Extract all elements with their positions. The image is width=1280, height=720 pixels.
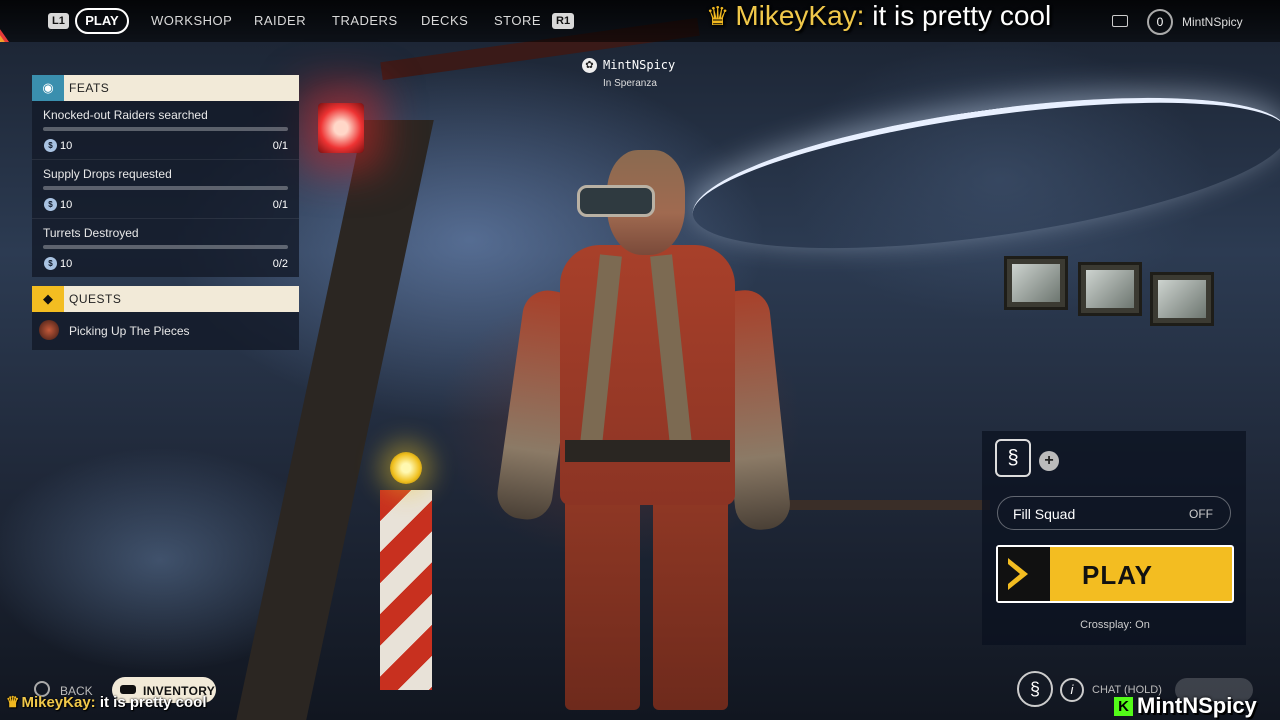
quest-diamond-icon: ◆ [32,286,64,312]
crown-icon: ♛ [6,694,20,711]
chat-message: it is pretty cool [99,694,207,711]
stream-chat-overlay: ♛ MikeyKay: it is pretty cool [706,0,1051,36]
crt-monitor [1150,272,1214,326]
red-lamp [318,103,364,153]
party-player-location: In Speranza [603,78,657,89]
play-button[interactable]: PLAY [996,545,1234,603]
chat-username: MikeyKay: [21,694,96,711]
feats-coin-icon: ◉ [32,75,64,101]
quests-title: QUESTS [69,292,122,306]
feats-header[interactable]: ◉ FEATS [32,75,299,101]
quests-panel: ◆ QUESTS Picking Up The Pieces [32,286,299,350]
kick-logo-icon: K [1114,696,1133,716]
fill-squad-toggle[interactable]: Fill Squad OFF [997,496,1231,530]
info-icon[interactable]: i [1060,678,1084,702]
streamer-name: MintNSpicy [1137,693,1257,718]
fill-squad-value: OFF [1189,507,1213,521]
feat-progress: 0/1 [272,199,288,211]
player-name: MintNSpicy [1182,15,1243,29]
mail-icon[interactable] [1112,15,1128,27]
feat-item[interactable]: Knocked-out Raiders searched $ 10 0/1 [32,101,299,160]
player-level-badge[interactable]: 0 [1147,9,1173,35]
striped-post [380,490,432,690]
feat-name: Turrets Destroyed [43,226,139,240]
raider-character [494,150,793,710]
crt-monitor [1078,262,1142,316]
feat-progress-bar [43,186,288,190]
play-button-label: PLAY [1082,560,1153,590]
chevron-right-icon [998,547,1050,601]
feat-progress-bar [43,245,288,249]
feats-panel: ◉ FEATS Knocked-out Raiders searched $ 1… [32,75,299,277]
feat-progress-bar [43,127,288,131]
player-emblem-icon: ✿ [582,58,597,73]
feat-name: Supply Drops requested [43,167,172,181]
chat-message: it is pretty cool [872,0,1052,31]
player-emblem-icon[interactable]: § [1017,671,1053,707]
coin-icon: $ [44,139,57,152]
squad-member-avatar[interactable]: § [995,439,1031,477]
tab-store[interactable]: STORE [494,13,541,28]
coin-icon: $ [44,198,57,211]
streamer-tag: K MintNSpicy [1114,693,1257,719]
bar-counter [760,500,990,510]
crown-icon: ♛ [706,1,730,31]
tab-traders[interactable]: TRADERS [332,13,398,28]
feat-item[interactable]: Supply Drops requested $ 10 0/1 [32,160,299,219]
tab-decks[interactable]: DECKS [421,13,468,28]
tab-workshop[interactable]: WORKSHOP [151,13,232,28]
chat-username: MikeyKay: [735,0,865,31]
quest-name: Picking Up The Pieces [69,324,190,338]
crossplay-status: Crossplay: On [1080,619,1150,631]
l1-button-hint[interactable]: L1 [48,13,69,29]
tab-raider[interactable]: RAIDER [254,13,306,28]
rainbow-stripe-decoration [0,0,44,42]
quest-item[interactable]: Picking Up The Pieces [32,312,299,350]
lit-canopy [684,68,1280,278]
top-nav-bar: L1 PLAY WORKSHOP RAIDER TRADERS DECKS ST… [0,0,1280,42]
feat-progress: 0/2 [272,258,288,270]
party-player-tag: ✿ MintNSpicy In Speranza [580,58,680,89]
stream-chat-line: ♛ MikeyKay: it is pretty cool [6,693,207,711]
feat-reward: 10 [60,199,73,211]
feat-item[interactable]: Turrets Destroyed $ 10 0/2 [32,219,299,277]
yellow-lamp [390,452,422,484]
r1-button-hint[interactable]: R1 [552,13,575,29]
tab-play[interactable]: PLAY [75,8,129,34]
coin-icon: $ [44,257,57,270]
feat-name: Knocked-out Raiders searched [43,108,208,122]
fill-squad-label: Fill Squad [1013,506,1076,522]
quest-giver-avatar [39,320,59,340]
add-squad-member-button[interactable]: + [1039,451,1059,471]
crt-monitor [1004,256,1068,310]
feat-progress: 0/1 [272,140,288,152]
feats-title: FEATS [69,81,110,95]
party-player-name: MintNSpicy [603,58,676,72]
quests-header[interactable]: ◆ QUESTS [32,286,299,312]
feat-reward: 10 [60,258,73,270]
feat-reward: 10 [60,140,73,152]
